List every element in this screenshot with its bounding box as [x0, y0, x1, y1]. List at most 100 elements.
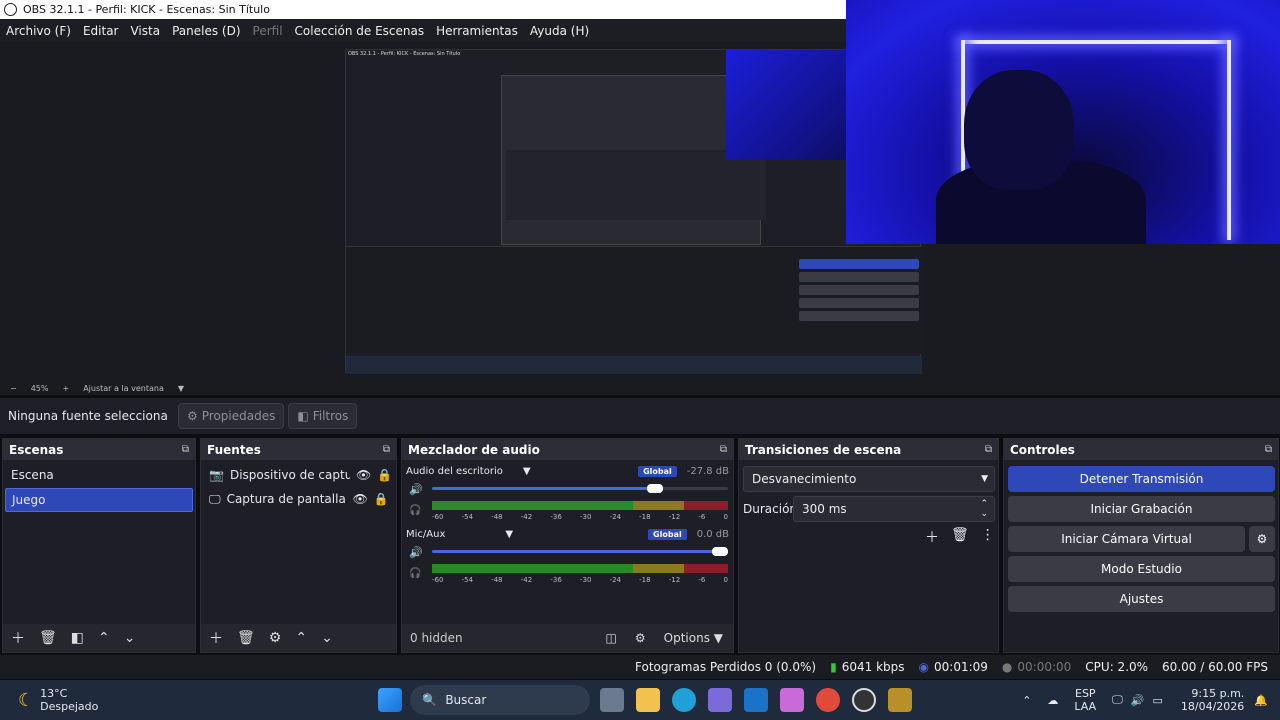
edge-icon[interactable] — [672, 688, 697, 712]
stop-stream-button[interactable]: Detener Transmisión — [1008, 466, 1275, 492]
outlook-icon[interactable] — [744, 688, 769, 712]
volume-knob[interactable] — [646, 484, 663, 493]
filters-button[interactable]: ◧ Filtros — [288, 403, 358, 429]
monitor-headphone-icon[interactable]: 🎧 — [409, 505, 421, 516]
spinner-icon[interactable]: ⌃ ⌄ — [980, 499, 988, 519]
battery-icon[interactable]: ▭ — [1152, 694, 1162, 707]
channel-menu-icon[interactable]: ▼ — [505, 529, 513, 540]
add-icon[interactable]: ＋ — [209, 628, 223, 648]
menu-editar[interactable]: Editar — [77, 24, 125, 38]
duration-input[interactable]: 300 ms ⌃ ⌄ — [793, 496, 995, 522]
studio-mode-button[interactable]: Modo Estudio — [1008, 556, 1275, 582]
virtual-camera-gear-icon[interactable]: ⚙ — [1249, 526, 1275, 552]
store-icon[interactable] — [708, 688, 733, 712]
trash-icon[interactable]: 🗑 — [237, 630, 255, 646]
obs-taskbar-icon[interactable] — [852, 688, 877, 712]
sources-title: Fuentes — [207, 442, 261, 457]
meter-tick-label: -42 — [520, 576, 533, 584]
language-indicator[interactable]: ESP LAA — [1074, 687, 1096, 713]
source-label: Captura de pantalla — [226, 492, 346, 506]
meter-tick-label: -6 — [698, 513, 706, 521]
search-box[interactable]: 🔍 Buscar — [410, 685, 591, 715]
meter-tick-label: -54 — [461, 576, 474, 584]
file-explorer-icon[interactable] — [636, 688, 661, 712]
trash-icon[interactable]: 🗑 — [951, 527, 969, 547]
more-vertical-icon[interactable]: ⋮ — [981, 527, 995, 547]
stream-time: 00:01:09 — [934, 660, 988, 674]
float-icon[interactable]: ⧉ — [383, 444, 390, 455]
volume-knob[interactable] — [712, 547, 728, 556]
windows-start-icon[interactable] — [378, 688, 403, 712]
weather-widget[interactable]: 13°C Despejado — [40, 687, 98, 713]
selected-source-label: Ninguna fuente selecciona — [8, 409, 168, 423]
add-icon[interactable]: ＋ — [925, 527, 939, 547]
source-item[interactable]: 🖵 Captura de pantalla 👁 🔒 — [201, 487, 396, 511]
float-icon[interactable]: ⧉ — [182, 444, 189, 455]
move-up-icon[interactable]: ⌃ — [295, 630, 307, 646]
move-down-icon[interactable]: ⌄ — [321, 630, 333, 646]
zoom-dropdown-icon[interactable]: ▼ — [178, 384, 184, 393]
start-record-button[interactable]: Iniciar Grabación — [1008, 496, 1275, 522]
source-item[interactable]: 📷 Dispositivo de captura d 👁 🔒 — [201, 463, 396, 487]
channel-menu-icon[interactable]: ▼ — [523, 466, 531, 477]
volume-fill — [432, 487, 663, 490]
source-toolbar: Ninguna fuente selecciona ⚙ Propiedades ◧… — [0, 398, 1280, 434]
zoom-in-button[interactable]: + — [62, 384, 69, 393]
speaker-icon[interactable]: 🔊 — [409, 483, 423, 496]
taskbar: ☾ 13°C Despejado 🔍 Buscar ⌃ ☁ ESP LAA 🖵 … — [0, 680, 1280, 720]
eye-icon[interactable]: 👁 — [356, 468, 371, 482]
filter-icon[interactable]: ◧ — [71, 630, 84, 646]
menu-vista[interactable]: Vista — [124, 24, 166, 38]
settings-button[interactable]: Ajustes — [1008, 586, 1275, 612]
monitor-headphone-icon[interactable]: 🎧 — [409, 568, 421, 579]
transitions-dock: Transiciones de escena ⧉ Desvanecimiento … — [738, 438, 999, 653]
menu-herramientas[interactable]: Herramientas — [430, 24, 524, 38]
float-icon[interactable]: ⧉ — [1265, 444, 1272, 455]
lock-icon[interactable]: 🔒 — [377, 468, 392, 482]
menu-paneles[interactable]: Paneles (D) — [166, 24, 246, 38]
menu-archivo[interactable]: Archivo (F) — [0, 24, 77, 38]
move-down-icon[interactable]: ⌄ — [124, 630, 136, 646]
eye-icon[interactable]: 👁 — [353, 492, 368, 506]
trash-icon[interactable]: 🗑 — [39, 630, 57, 646]
scene-item-selected[interactable]: Juego — [5, 488, 193, 512]
add-icon[interactable]: ＋ — [11, 628, 25, 648]
menu-ayuda[interactable]: Ayuda (H) — [524, 24, 595, 38]
speaker-icon[interactable]: 🔊 — [409, 546, 423, 559]
clock[interactable]: 9:15 p.m. 18/04/2026 — [1181, 687, 1244, 713]
volume-icon[interactable]: 🔊 — [1131, 694, 1145, 707]
copilot-icon[interactable] — [780, 688, 805, 712]
menu-perfil[interactable]: Perfil — [247, 24, 289, 38]
zoom-out-button[interactable]: − — [10, 384, 17, 393]
start-virtual-camera-button[interactable]: Iniciar Cámara Virtual — [1008, 526, 1245, 552]
transition-select[interactable]: Desvanecimiento ▼ — [743, 466, 995, 492]
layout-toggle-icon[interactable]: ◫ — [606, 631, 617, 645]
menu-coleccion[interactable]: Colección de Escenas — [289, 24, 431, 38]
properties-button[interactable]: ⚙ Propiedades — [178, 403, 285, 429]
chrome-icon[interactable] — [816, 688, 841, 712]
game-icon[interactable] — [888, 688, 913, 712]
chevron-up-icon[interactable]: ⌃ — [1022, 694, 1031, 707]
mixer-channel: Mic/Aux ▼ Global 0.0 dB 🔊 🎧 -60 -54 -48 -42… — [402, 526, 733, 586]
notification-bell-icon[interactable]: 🔔 — [1254, 694, 1268, 707]
filter-icon: ◧ — [297, 409, 309, 423]
global-badge: Global — [638, 465, 677, 477]
network-icon[interactable]: 🖵 — [1112, 693, 1123, 707]
gear-icon[interactable]: ⚙ — [269, 630, 282, 646]
scene-item[interactable]: Escena — [5, 463, 193, 487]
move-up-icon[interactable]: ⌃ — [98, 630, 110, 646]
zoom-fit[interactable]: Ajustar a la ventana — [83, 384, 164, 393]
cloud-icon[interactable]: ☁ — [1047, 694, 1058, 707]
meter-tick-label: -18 — [639, 513, 651, 521]
options-label: Options — [663, 631, 710, 645]
options-button[interactable]: Options ▼ — [664, 631, 723, 645]
advanced-audio-icon[interactable]: ⚙ — [635, 631, 646, 645]
camera-icon: 📷 — [209, 468, 224, 482]
float-icon[interactable]: ⧉ — [720, 444, 727, 455]
nested-inner-docks — [506, 150, 766, 220]
search-label: Buscar — [445, 693, 487, 707]
float-icon[interactable]: ⧉ — [985, 444, 992, 455]
zoom-bar: − 45% + Ajustar a la ventana ▼ — [0, 381, 1280, 395]
task-view-icon[interactable] — [600, 688, 625, 712]
lock-icon[interactable]: 🔒 — [374, 492, 389, 506]
